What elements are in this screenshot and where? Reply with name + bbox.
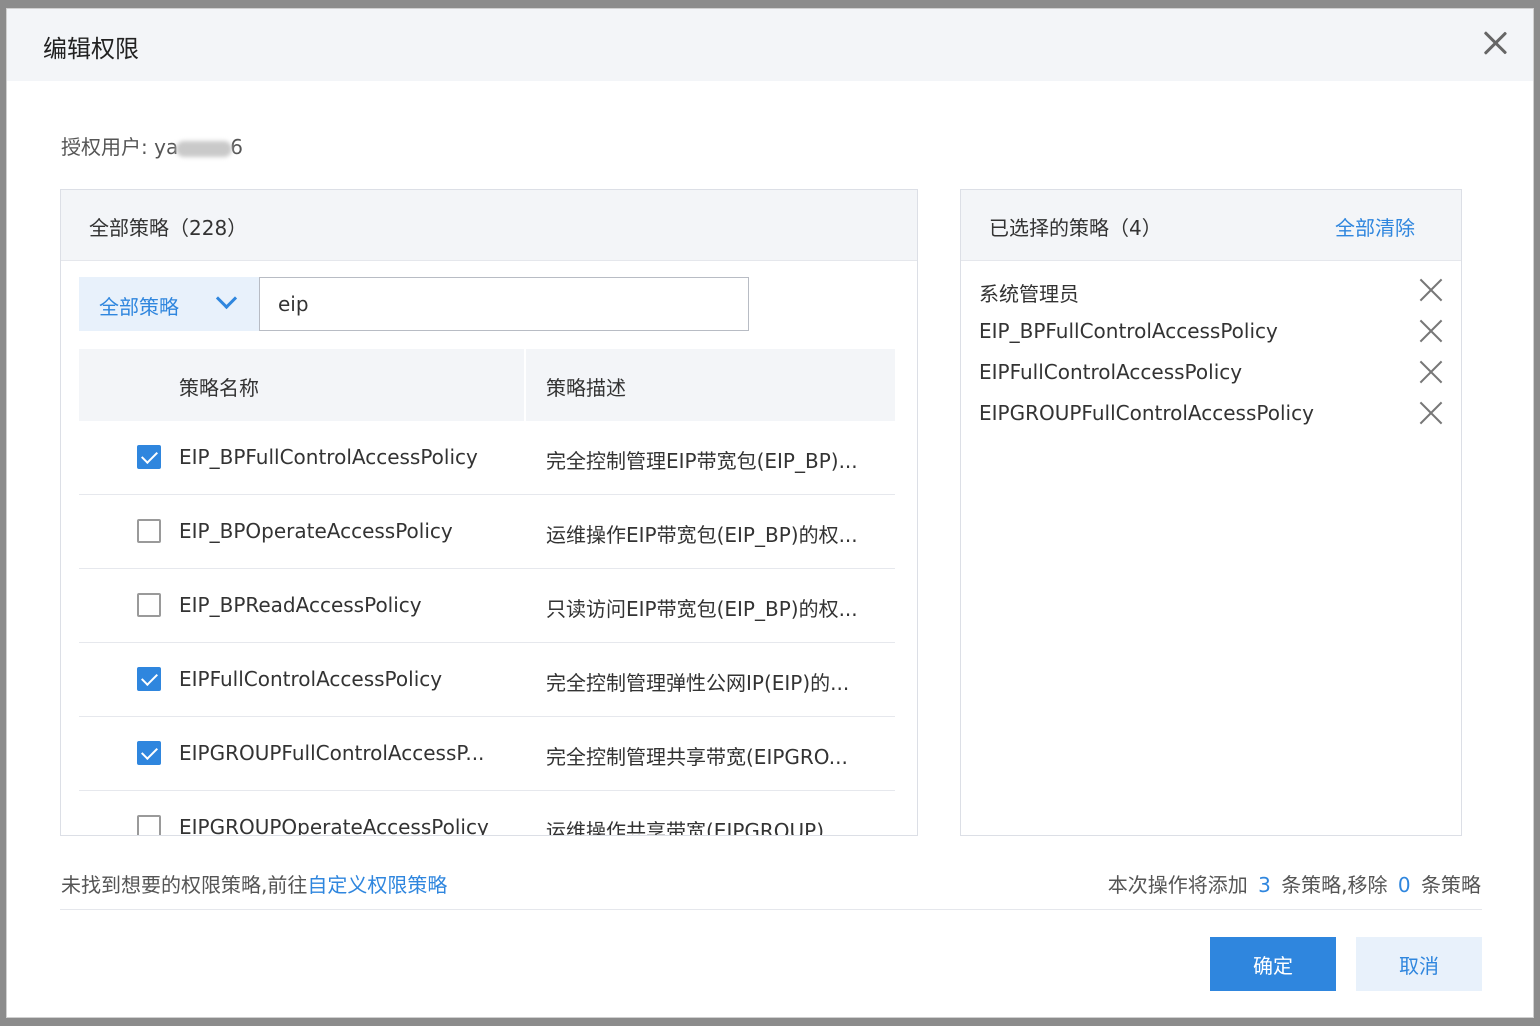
column-header-desc: 策略描述	[546, 376, 626, 400]
footer-hint: 未找到想要的权限策略,前往自定义权限策略	[61, 869, 447, 898]
footer-divider	[60, 909, 1482, 910]
remove-icon[interactable]	[1419, 360, 1443, 384]
confirm-button[interactable]: 确定	[1210, 937, 1336, 991]
row-checkbox[interactable]	[137, 667, 161, 691]
row-checkbox[interactable]	[137, 741, 161, 765]
policy-type-select-label: 全部策略	[99, 295, 179, 319]
search-input[interactable]	[259, 277, 749, 331]
remove-icon[interactable]	[1419, 319, 1443, 343]
policy-name: EIPGROUPFullControlAccessP...	[179, 741, 485, 765]
policy-name: EIPGROUPOperateAccessPolicy	[179, 815, 489, 836]
table-header: 策略名称 策略描述	[79, 349, 895, 421]
row-checkbox[interactable]	[137, 445, 161, 469]
policy-desc: 完全控制管理共享带宽(EIPGRO...	[546, 745, 848, 769]
policy-table: 策略名称 策略描述 EIP_BPFullControlAccessPolicy …	[79, 349, 895, 836]
close-icon[interactable]	[1483, 31, 1507, 55]
selected-policy-item: EIPGROUPFullControlAccessPolicy	[961, 397, 1461, 438]
summary-prefix: 本次操作将添加	[1107, 873, 1248, 897]
authorized-user-label: 授权用户:	[61, 135, 155, 159]
custom-policy-link[interactable]: 自定义权限策略	[307, 873, 447, 897]
policy-desc: 完全控制管理弹性公网IP(EIP)的...	[546, 671, 850, 695]
table-row[interactable]: EIP_BPOperateAccessPolicy 运维操作EIP带宽包(EIP…	[79, 495, 895, 569]
policy-type-select[interactable]: 全部策略	[79, 277, 259, 331]
footer-hint-text: 未找到想要的权限策略,前往	[61, 873, 308, 897]
selected-policy-label: EIP_BPFullControlAccessPolicy	[979, 319, 1278, 343]
redacted-blur	[176, 140, 233, 157]
summary-middle: 条策略,移除	[1281, 873, 1388, 897]
modal-title: 编辑权限	[43, 35, 139, 63]
row-checkbox[interactable]	[137, 519, 161, 543]
selected-policies-header: 已选择的策略（4） 全部清除	[961, 190, 1461, 261]
selected-policy-item: EIP_BPFullControlAccessPolicy	[961, 315, 1461, 356]
table-row[interactable]: EIP_BPFullControlAccessPolicy 完全控制管理EIP带…	[79, 421, 895, 495]
policy-name: EIPFullControlAccessPolicy	[179, 667, 443, 691]
clear-all-link[interactable]: 全部清除	[1335, 212, 1415, 241]
operation-summary: 本次操作将添加 3 条策略,移除 0 条策略	[1108, 869, 1481, 898]
selected-policy-label: EIPFullControlAccessPolicy	[979, 360, 1243, 384]
row-checkbox[interactable]	[137, 815, 161, 835]
all-policies-title: 全部策略（228）	[89, 216, 248, 240]
column-divider	[524, 349, 526, 421]
policy-name: EIP_BPFullControlAccessPolicy	[179, 445, 478, 469]
remove-icon[interactable]	[1419, 278, 1443, 302]
policy-name: EIP_BPOperateAccessPolicy	[179, 519, 453, 543]
selected-policies-title: 已选择的策略（4）	[989, 216, 1162, 240]
policy-desc: 只读访问EIP带宽包(EIP_BP)的权...	[546, 597, 858, 621]
remove-icon[interactable]	[1419, 401, 1443, 425]
column-header-name: 策略名称	[179, 376, 259, 400]
table-row[interactable]: EIPFullControlAccessPolicy 完全控制管理弹性公网IP(…	[79, 643, 895, 717]
edit-permission-modal: 编辑权限 授权用户: ya 6 全部策略（228） 全部策略 策略名称 策略描述 …	[6, 8, 1534, 1018]
policy-desc: 运维操作共享带宽(EIPGROUP)...	[546, 819, 844, 836]
chevron-down-icon	[215, 287, 238, 310]
summary-suffix: 条策略	[1421, 873, 1481, 897]
all-policies-header: 全部策略（228）	[61, 190, 917, 261]
added-count: 3	[1258, 873, 1271, 897]
cancel-button[interactable]: 取消	[1356, 937, 1482, 991]
selected-policy-item: 系统管理员	[961, 274, 1461, 315]
all-policies-panel: 全部策略（228） 全部策略 策略名称 策略描述 EIP_BPFullContr…	[60, 189, 918, 836]
selected-policies-panel: 已选择的策略（4） 全部清除 系统管理员 EIP_BPFullControlAc…	[960, 189, 1462, 836]
authorized-user-suffix: 6	[230, 135, 243, 159]
table-row[interactable]: EIPGROUPFullControlAccessP... 完全控制管理共享带宽…	[79, 717, 895, 791]
table-row[interactable]: EIP_BPReadAccessPolicy 只读访问EIP带宽包(EIP_BP…	[79, 569, 895, 643]
row-checkbox[interactable]	[137, 593, 161, 617]
policy-desc: 完全控制管理EIP带宽包(EIP_BP)...	[546, 449, 858, 473]
selected-policy-label: 系统管理员	[979, 282, 1079, 306]
selected-policy-item: EIPFullControlAccessPolicy	[961, 356, 1461, 397]
authorized-user: 授权用户: ya 6	[61, 131, 243, 160]
policy-name: EIP_BPReadAccessPolicy	[179, 593, 422, 617]
removed-count: 0	[1397, 873, 1411, 897]
policy-desc: 运维操作EIP带宽包(EIP_BP)的权...	[546, 523, 858, 547]
selected-policies-list: 系统管理员 EIP_BPFullControlAccessPolicy EIPF…	[961, 274, 1461, 438]
selected-policy-label: EIPGROUPFullControlAccessPolicy	[979, 401, 1314, 425]
modal-header: 编辑权限	[7, 9, 1533, 81]
authorized-user-prefix: ya	[154, 135, 179, 159]
table-row[interactable]: EIPGROUPOperateAccessPolicy 运维操作共享带宽(EIP…	[79, 791, 895, 836]
